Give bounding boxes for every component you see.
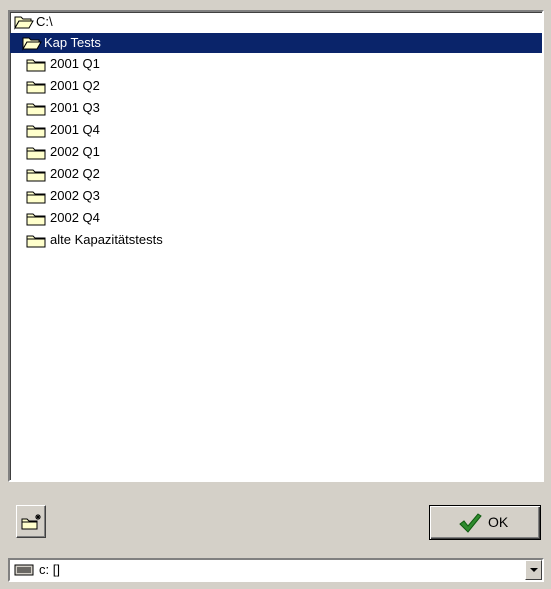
drive-dropdown-button[interactable]	[525, 560, 542, 580]
ok-button[interactable]: OK	[429, 505, 541, 540]
folder-icon	[26, 235, 46, 248]
folder-icon	[26, 147, 46, 160]
drive-select[interactable]: c: []	[8, 558, 544, 582]
folder-browser-dialog: C:\ Kap Tests 2001 Q1 2001 Q2 2001 Q3 20…	[0, 0, 551, 589]
tree-item-label: 2002 Q1	[50, 144, 100, 159]
tree-item-subfolder[interactable]: alte Kapazitätstests	[10, 230, 540, 250]
tree-item-subfolder[interactable]: 2001 Q2	[10, 76, 540, 96]
tree-item-subfolder[interactable]: 2001 Q3	[10, 98, 540, 118]
tree-item-label: 2001 Q3	[50, 100, 100, 115]
tree-item-subfolder[interactable]: 2001 Q4	[10, 120, 540, 140]
checkmark-icon	[459, 513, 482, 533]
chevron-down-icon	[530, 568, 538, 572]
open-folder-icon	[14, 16, 34, 30]
tree-item-label: 2002 Q2	[50, 166, 100, 181]
tree-item-label: 2001 Q4	[50, 122, 100, 137]
folder-icon	[26, 125, 46, 138]
tree-item-label: C:\	[36, 14, 53, 29]
tree-item-label: 2001 Q2	[50, 78, 100, 93]
folder-icon	[26, 169, 46, 182]
folder-icon	[26, 213, 46, 226]
tree-item-label: 2002 Q3	[50, 188, 100, 203]
open-folder-icon	[22, 37, 42, 51]
tree-item-root[interactable]: C:\	[10, 12, 540, 32]
folder-tree[interactable]: C:\ Kap Tests 2001 Q1 2001 Q2 2001 Q3 20…	[8, 10, 544, 482]
tree-item-subfolder[interactable]: 2002 Q1	[10, 142, 540, 162]
tree-item-subfolder[interactable]: 2002 Q2	[10, 164, 540, 184]
tree-item-subfolder[interactable]: 2001 Q1	[10, 54, 540, 74]
tree-item-subfolder[interactable]: 2002 Q3	[10, 186, 540, 206]
tree-item-label: 2001 Q1	[50, 56, 100, 71]
tree-item-label: alte Kapazitätstests	[50, 232, 163, 247]
new-folder-icon	[21, 514, 41, 530]
folder-icon	[26, 103, 46, 116]
drive-label: c: []	[39, 562, 60, 577]
new-folder-button[interactable]	[16, 505, 46, 538]
folder-icon	[26, 191, 46, 204]
tree-item-subfolder[interactable]: 2002 Q4	[10, 208, 540, 228]
folder-icon	[26, 81, 46, 94]
tree-item-current[interactable]: Kap Tests	[10, 33, 542, 53]
ok-label: OK	[488, 514, 509, 530]
tree-item-label: Kap Tests	[44, 35, 101, 50]
folder-icon	[26, 59, 46, 72]
drive-icon	[14, 564, 34, 576]
tree-item-label: 2002 Q4	[50, 210, 100, 225]
